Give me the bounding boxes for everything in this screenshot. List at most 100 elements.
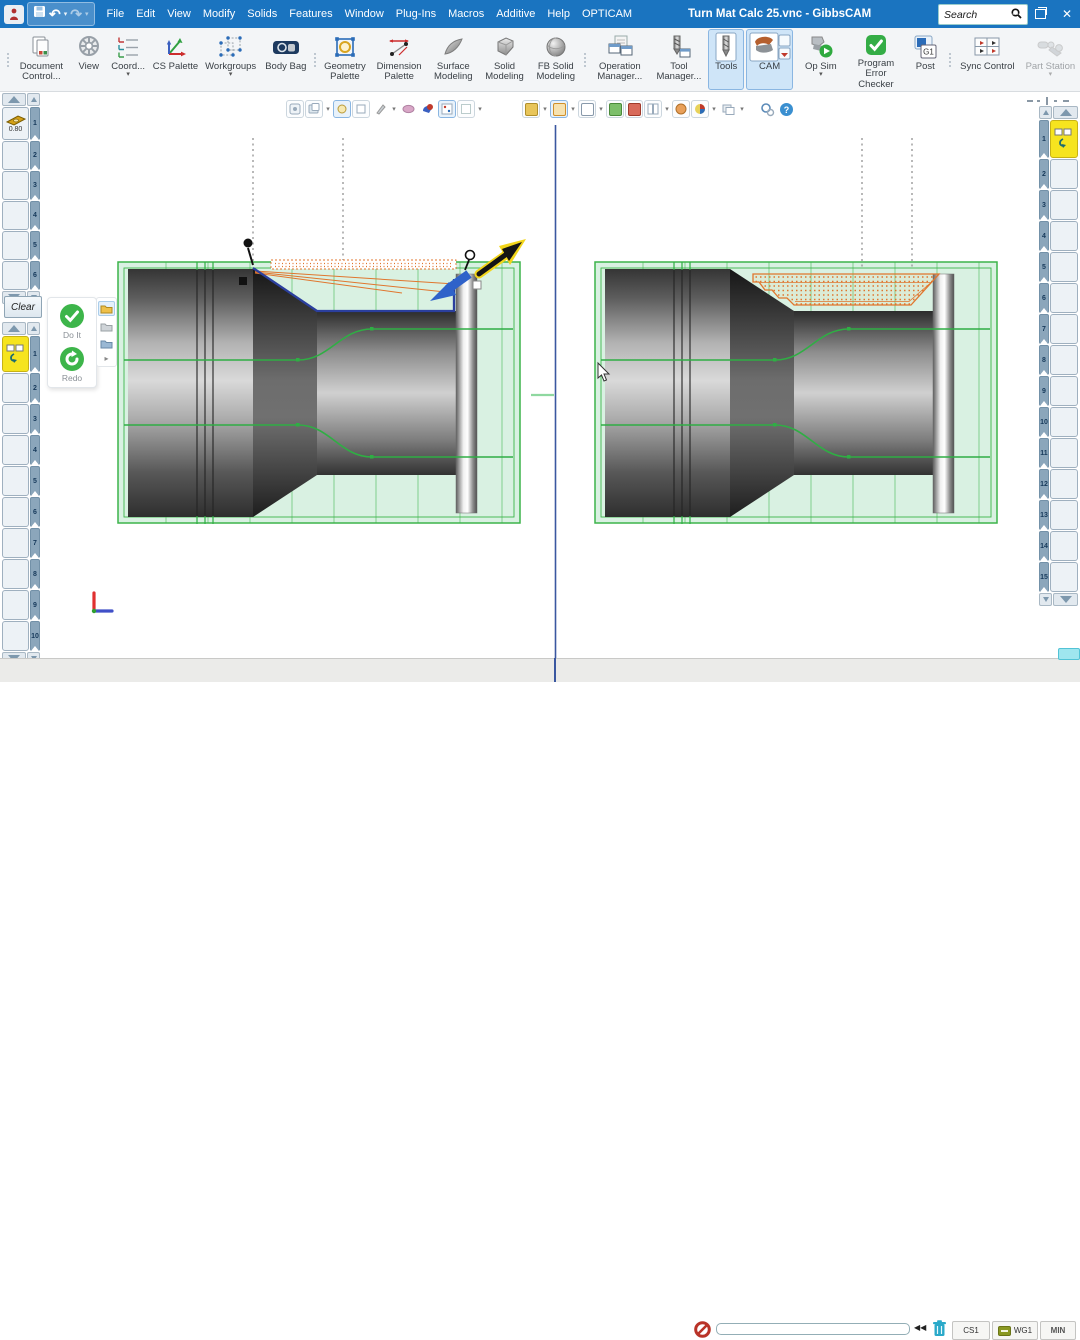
clear-button[interactable]: Clear [4, 296, 42, 318]
part-station-button[interactable]: Part Station ▾ [1022, 29, 1079, 90]
workgroup-tab-6[interactable]: 6 [1039, 283, 1049, 313]
minimize-panel-button[interactable]: MIN [1040, 1321, 1076, 1340]
operation-tab-1[interactable]: 1 [30, 336, 40, 372]
workgroup-tab-10[interactable]: 10 [1039, 407, 1049, 437]
surface-modeling-button[interactable]: Surface Modeling [429, 29, 478, 90]
operation-tab-4[interactable]: 4 [30, 435, 40, 465]
menu-opticam[interactable]: OPTICAM [576, 8, 638, 20]
workgroup-tab-5[interactable]: 5 [1039, 252, 1049, 282]
operation-tab-10[interactable]: 10 [30, 621, 40, 651]
operation-tab-5[interactable]: 5 [30, 466, 40, 496]
tool-tab-5[interactable]: 5 [30, 231, 40, 260]
operation-slot-6[interactable] [2, 497, 29, 527]
workgroup-slot-2[interactable] [1050, 159, 1078, 189]
coord-caret-icon[interactable]: ▾ [126, 72, 130, 78]
document-control-button[interactable]: Document Control... [13, 29, 70, 90]
view-button[interactable]: View [72, 29, 106, 90]
tool-slot-2[interactable] [2, 141, 29, 170]
workgroup-tab-7[interactable]: 7 [1039, 314, 1049, 344]
coord-button[interactable]: Coord... ▾ [107, 29, 148, 90]
workgroup-tab-13[interactable]: 13 [1039, 500, 1049, 530]
restore-button[interactable] [1035, 9, 1046, 19]
solid-modeling-button[interactable]: Solid Modeling [480, 29, 529, 90]
tool-slot-5[interactable] [2, 231, 29, 260]
operation-tab-2[interactable]: 2 [30, 373, 40, 403]
workgroup-slot-6[interactable] [1050, 283, 1078, 313]
open-folder-icon[interactable] [98, 301, 115, 316]
workgroup-tab-14[interactable]: 14 [1039, 531, 1049, 561]
op-list-page-up-button[interactable] [27, 322, 40, 335]
stop-prohibit-icon[interactable] [694, 1321, 711, 1338]
tool-slot-4[interactable] [2, 201, 29, 230]
redo-icon[interactable]: ↷ [70, 7, 82, 21]
app-icon[interactable] [4, 5, 24, 24]
workgroup-slot-3[interactable] [1050, 190, 1078, 220]
operation-slot-3[interactable] [2, 404, 29, 434]
workgroup-tab-4[interactable]: 4 [1039, 221, 1049, 251]
menu-solids[interactable]: Solids [241, 8, 283, 20]
workgroups-button[interactable]: Workgroups ▾ [202, 29, 259, 90]
part-station-caret-icon[interactable]: ▾ [1049, 72, 1053, 78]
workgroup-slot-9[interactable] [1050, 376, 1078, 406]
tools-button[interactable]: Tools [708, 29, 743, 90]
workgroup-slot-12[interactable] [1050, 469, 1078, 499]
redo-button[interactable]: Redo [59, 346, 85, 383]
minimize-button[interactable]: − [1012, 7, 1019, 21]
workgroup-tab-3[interactable]: 3 [1039, 190, 1049, 220]
workgroup-tab-11[interactable]: 11 [1039, 438, 1049, 468]
workgroup-tab-2[interactable]: 2 [1039, 159, 1049, 189]
operation-slot-8[interactable] [2, 559, 29, 589]
workgroup-slot-7[interactable] [1050, 314, 1078, 344]
workgroup-indicator-button[interactable]: WG1 [992, 1321, 1038, 1340]
workgroup-tab-15[interactable]: 15 [1039, 562, 1049, 592]
part-view-left[interactable] [118, 138, 526, 524]
operation-tab-8[interactable]: 8 [30, 559, 40, 589]
operation-slot-1-selected[interactable] [2, 336, 29, 372]
workgroup-tab-1[interactable]: 1 [1039, 120, 1049, 158]
viewport-canvas[interactable] [42, 93, 1038, 658]
undo-caret-icon[interactable]: ▾ [64, 10, 68, 18]
workgroup-slot-10[interactable] [1050, 407, 1078, 437]
operation-tab-7[interactable]: 7 [30, 528, 40, 558]
part-view-right[interactable] [595, 138, 997, 524]
op-list-scroll-up-button[interactable] [2, 322, 26, 335]
tool-slot-6[interactable] [2, 261, 29, 290]
operation-tab-6[interactable]: 6 [30, 497, 40, 527]
stamp-blue-icon[interactable] [99, 337, 114, 350]
operation-slot-4[interactable] [2, 435, 29, 465]
redo-caret-icon[interactable]: ▾ [85, 10, 89, 18]
workgroup-slot-14[interactable] [1050, 531, 1078, 561]
square-marker-black[interactable] [239, 277, 247, 285]
close-button[interactable]: ✕ [1062, 7, 1072, 21]
wg-list-page-up-button[interactable] [1039, 106, 1052, 119]
fb-solid-modeling-button[interactable]: FB Solid Modeling [531, 29, 580, 90]
operation-slot-5[interactable] [2, 466, 29, 496]
workgroup-slot-13[interactable] [1050, 500, 1078, 530]
tool-tab-4[interactable]: 4 [30, 201, 40, 230]
workgroup-slot-4[interactable] [1050, 221, 1078, 251]
cs-palette-button[interactable]: CS Palette [151, 29, 200, 90]
undo-icon[interactable]: ↶ [49, 7, 61, 21]
geometry-palette-button[interactable]: Geometry Palette [320, 29, 369, 90]
cam-button[interactable]: CAM [746, 29, 793, 90]
end-point-marker[interactable] [466, 251, 475, 260]
operation-tab-3[interactable]: 3 [30, 404, 40, 434]
menu-view[interactable]: View [161, 8, 197, 20]
menu-modify[interactable]: Modify [197, 8, 241, 20]
cs-indicator-button[interactable]: CS1 [952, 1321, 990, 1340]
workgroup-slot-5[interactable] [1050, 252, 1078, 282]
tool-tab-6[interactable]: 6 [30, 261, 40, 290]
operation-slot-7[interactable] [2, 528, 29, 558]
tool-tab-2[interactable]: 2 [30, 141, 40, 170]
menu-file[interactable]: File [101, 8, 131, 20]
wg-list-page-down-button[interactable] [1039, 593, 1052, 606]
tool-list-page-up-button[interactable] [27, 93, 40, 106]
workgroup-tab-12[interactable]: 12 [1039, 469, 1049, 499]
post-button[interactable]: G1 Post [906, 29, 945, 90]
tool-tab-3[interactable]: 3 [30, 171, 40, 200]
operation-tab-9[interactable]: 9 [30, 590, 40, 620]
rewind-icon[interactable]: ◀◀ [914, 1323, 926, 1332]
menu-macros[interactable]: Macros [442, 8, 490, 20]
workgroup-slot-11[interactable] [1050, 438, 1078, 468]
save-icon[interactable] [33, 5, 46, 23]
